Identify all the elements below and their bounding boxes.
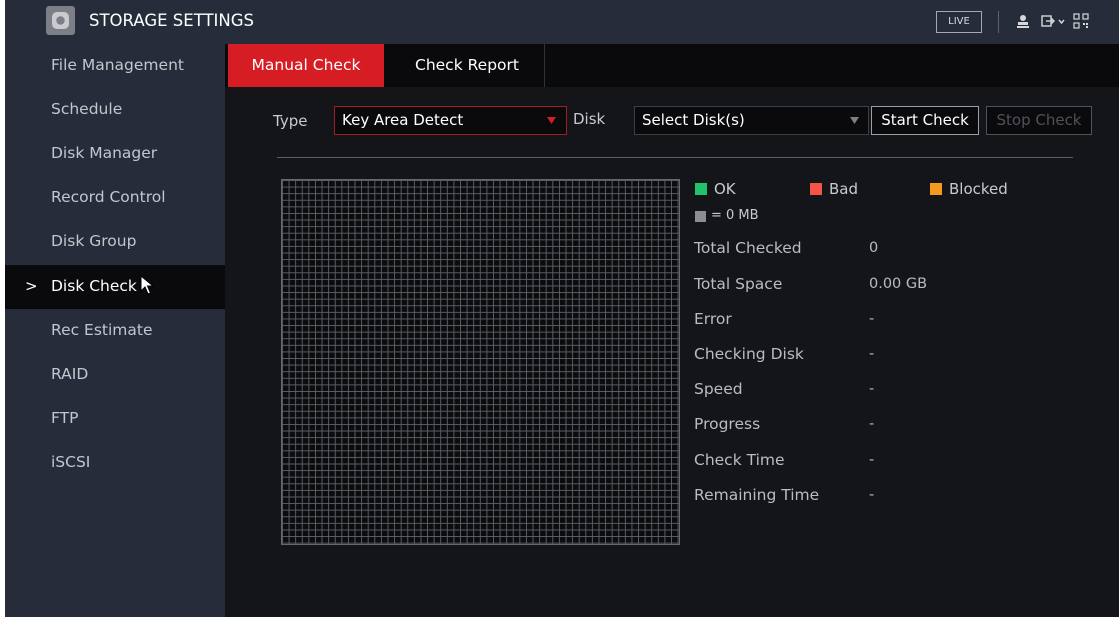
sidebar-item-file-management[interactable]: File Management: [5, 44, 225, 88]
total-space-label: Total Space: [694, 275, 783, 293]
ok-legend-label: OK: [714, 180, 736, 198]
sidebar-item-rec-estimate[interactable]: Rec Estimate: [5, 309, 225, 353]
sidebar: File Management Schedule Disk Manager Re…: [5, 44, 225, 617]
type-label: Type: [273, 112, 308, 130]
tab-bar: Manual Check Check Report: [225, 44, 1119, 87]
sidebar-item-label: Rec Estimate: [51, 321, 153, 339]
check-time-label: Check Time: [694, 451, 785, 469]
mouse-cursor-icon: [140, 275, 154, 295]
sidebar-item-record-control[interactable]: Record Control: [5, 176, 225, 220]
storage-settings-window: STORAGE SETTINGS LIVE File Management Sc…: [5, 0, 1119, 617]
ok-legend-swatch: [695, 183, 707, 195]
stop-check-button[interactable]: Stop Check: [986, 106, 1092, 135]
active-marker-icon: >: [25, 277, 38, 295]
disk-sector-map: [281, 179, 680, 545]
bad-legend-swatch: [810, 183, 822, 195]
tab-divider: [544, 44, 545, 87]
sidebar-item-disk-group[interactable]: Disk Group: [5, 220, 225, 264]
dropdown-arrow-icon: [547, 117, 556, 124]
disk-select-value: Select Disk(s): [642, 111, 745, 129]
check-time-value: -: [869, 452, 875, 468]
type-select-value: Key Area Detect: [342, 111, 464, 129]
checking-disk-value: -: [869, 346, 875, 362]
sidebar-item-label: Disk Group: [51, 232, 137, 250]
user-icon[interactable]: [1016, 13, 1030, 29]
title-divider: [998, 11, 999, 33]
bad-legend-label: Bad: [829, 180, 859, 198]
window-title: STORAGE SETTINGS: [89, 11, 255, 30]
sidebar-item-label: Schedule: [51, 100, 123, 118]
start-check-button[interactable]: Start Check: [871, 106, 979, 135]
sidebar-item-schedule[interactable]: Schedule: [5, 88, 225, 132]
error-label: Error: [694, 310, 732, 328]
sidebar-item-label: Record Control: [51, 188, 166, 206]
blocked-legend-label: Blocked: [949, 180, 1008, 198]
logout-icon[interactable]: [1041, 13, 1067, 29]
manual-check-panel: Type Key Area Detect Disk Select Disk(s)…: [225, 87, 1119, 617]
sidebar-item-label: FTP: [51, 409, 79, 427]
total-space-value: 0.00 GB: [869, 276, 928, 292]
speed-value: -: [869, 381, 875, 397]
speed-label: Speed: [694, 380, 743, 398]
qr-code-icon[interactable]: [1073, 13, 1089, 29]
divider-line: [277, 157, 1073, 158]
unit-legend-swatch: [695, 211, 706, 222]
type-select[interactable]: Key Area Detect: [334, 106, 567, 135]
sidebar-item-iscsi[interactable]: iSCSI: [5, 441, 225, 485]
tab-check-report[interactable]: Check Report: [391, 44, 543, 87]
dropdown-arrow-icon: [850, 117, 859, 124]
total-checked-label: Total Checked: [694, 239, 802, 257]
sidebar-item-raid[interactable]: RAID: [5, 353, 225, 397]
disk-label: Disk: [573, 110, 606, 128]
total-checked-value: 0: [869, 240, 879, 256]
error-value: -: [869, 311, 875, 327]
sidebar-item-label: Disk Check: [51, 277, 137, 295]
live-button[interactable]: LIVE: [936, 11, 982, 33]
sidebar-item-label: RAID: [51, 365, 89, 383]
progress-label: Progress: [694, 415, 761, 433]
sidebar-item-disk-manager[interactable]: Disk Manager: [5, 132, 225, 176]
remaining-time-label: Remaining Time: [694, 486, 820, 504]
sidebar-item-label: Disk Manager: [51, 144, 158, 162]
sidebar-item-label: File Management: [51, 56, 184, 74]
sidebar-item-ftp[interactable]: FTP: [5, 397, 225, 441]
title-bar: STORAGE SETTINGS LIVE: [5, 0, 1119, 44]
tab-manual-check[interactable]: Manual Check: [228, 44, 384, 87]
blocked-legend-swatch: [930, 183, 942, 195]
sidebar-item-disk-check[interactable]: > Disk Check: [5, 265, 225, 309]
checking-disk-label: Checking Disk: [694, 345, 804, 363]
app-logo-icon: [46, 6, 75, 35]
remaining-time-value: -: [869, 487, 875, 503]
disk-select[interactable]: Select Disk(s): [634, 106, 869, 135]
progress-value: -: [869, 416, 875, 432]
unit-legend-label: = 0 MB: [711, 208, 759, 223]
sidebar-item-label: iSCSI: [51, 453, 91, 471]
